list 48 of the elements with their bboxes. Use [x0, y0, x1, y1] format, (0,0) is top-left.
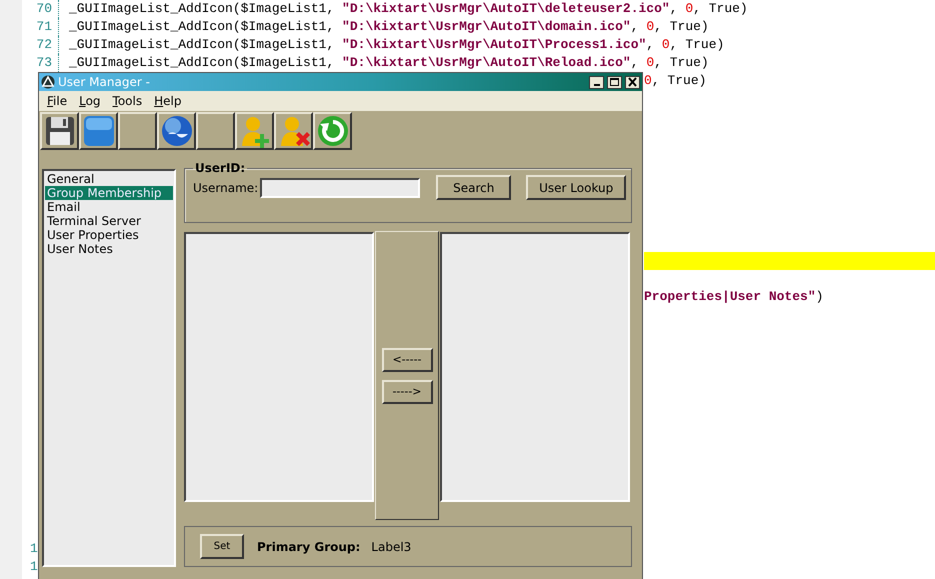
rounded-square-icon: [82, 114, 116, 148]
menu-item[interactable]: Tools: [106, 94, 148, 108]
menu-item[interactable]: File: [41, 94, 74, 108]
list-item[interactable]: Email: [45, 200, 173, 214]
toolbar-button[interactable]: [157, 112, 196, 150]
list-item[interactable]: User Properties: [45, 228, 173, 242]
username-label: Username:: [193, 180, 258, 194]
line-number: 70: [22, 0, 59, 18]
close-icon: [627, 77, 638, 87]
toolbar-button[interactable]: [235, 112, 274, 150]
list-item[interactable]: Terminal Server: [45, 214, 173, 228]
toolbar-button[interactable]: [40, 112, 79, 150]
toolbar-button[interactable]: [118, 112, 157, 150]
primary-group-label: Primary Group:: [257, 540, 360, 554]
close-button[interactable]: [625, 76, 640, 88]
username-field[interactable]: [260, 178, 420, 198]
line-number: 72: [22, 36, 59, 54]
toolbar-button[interactable]: [274, 112, 313, 150]
list-item[interactable]: Group Membership: [45, 186, 173, 200]
set-button[interactable]: Set: [200, 534, 244, 559]
refresh-icon: [316, 114, 350, 148]
search-button[interactable]: Search: [436, 175, 512, 200]
window-title: User Manager -: [58, 75, 151, 89]
menu-item[interactable]: Help: [148, 94, 188, 108]
code-line: _GUIImageList_AddIcon($ImageList1, "D:\kixtart\UsrMgr\AutoIT\Process1.ico", 0, True): [69, 37, 724, 52]
user-lookup-button[interactable]: User Lookup: [526, 175, 626, 200]
line-number: 71: [22, 18, 59, 36]
minimize-icon: [594, 84, 600, 86]
toolbar-button[interactable]: [313, 112, 352, 150]
code-line: 0, True): [644, 73, 706, 88]
code-line: Properties|User Notes"): [644, 289, 824, 304]
move-left-button[interactable]: <-----: [382, 348, 432, 372]
move-right-button[interactable]: ----->: [382, 380, 432, 404]
maximize-icon: [609, 77, 620, 87]
code-line: _GUIImageList_AddIcon($ImageList1, "D:\kixtart\UsrMgr\AutoIT\Reload.ico", 0, True): [69, 55, 709, 70]
minimize-button[interactable]: [589, 76, 604, 88]
group-title: UserID:: [194, 161, 246, 175]
toolbar-button[interactable]: [79, 112, 118, 150]
list-item[interactable]: User Notes: [45, 242, 173, 256]
maximize-button[interactable]: [607, 76, 622, 88]
code-line: _GUIImageList_AddIcon($ImageList1, "D:\kixtart\UsrMgr\AutoIT\domain.ico", 0, True): [69, 19, 709, 34]
toolbar-button[interactable]: [196, 112, 235, 150]
app-logo-icon: [41, 75, 55, 89]
menu-item[interactable]: Log: [73, 94, 107, 108]
list-item[interactable]: General: [45, 172, 173, 186]
code-line: _GUIImageList_AddIcon($ImageList1, "D:\kixtart\UsrMgr\AutoIT\deleteuser2.ico", 0, True): [69, 1, 748, 16]
globe-icon: [160, 114, 194, 148]
primary-group-value: Label3: [371, 540, 412, 554]
